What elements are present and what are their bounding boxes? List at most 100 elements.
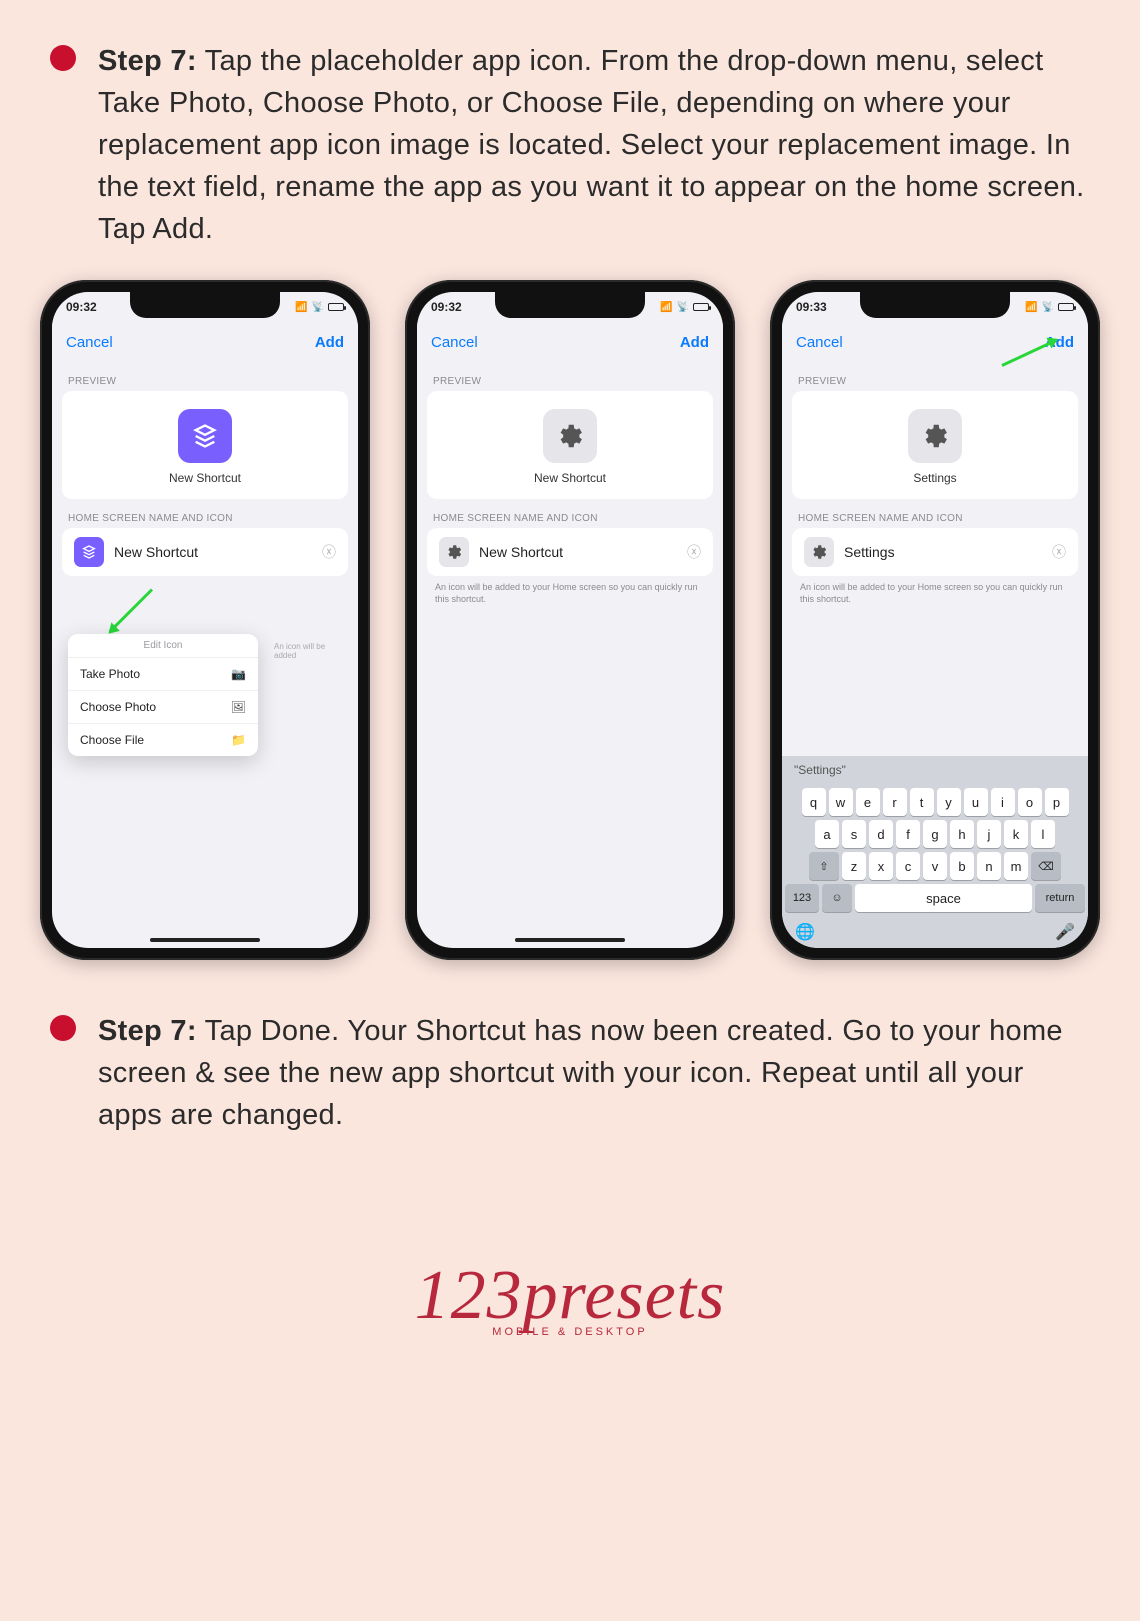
key-g[interactable]: g	[923, 820, 947, 848]
kb-row-3: ⇧ z x c v b n m ⌫	[785, 852, 1085, 880]
key-h[interactable]: h	[950, 820, 974, 848]
clear-input-icon[interactable]: ⓧ	[322, 542, 336, 562]
key-b[interactable]: b	[950, 852, 974, 880]
camera-icon: 📷	[231, 667, 246, 681]
name-icon-row: Settings ⓧ	[792, 528, 1078, 576]
wifi-icon: 📡	[677, 302, 689, 313]
key-r[interactable]: r	[883, 788, 907, 816]
small-shortcut-icon[interactable]	[74, 537, 104, 567]
keyboard: q w e r t y u i o p a s d	[782, 784, 1088, 948]
notch-icon	[495, 292, 645, 318]
name-icon-row: New Shortcut ⓧ	[427, 528, 713, 576]
signal-icon: 📶	[660, 302, 672, 313]
key-s[interactable]: s	[842, 820, 866, 848]
wifi-icon: 📡	[312, 302, 324, 313]
status-icons: 📶 📡	[1025, 302, 1074, 313]
menu-choose-file[interactable]: Choose File 📁	[68, 724, 258, 756]
globe-icon[interactable]: 🌐	[795, 922, 815, 942]
key-j[interactable]: j	[977, 820, 1001, 848]
home-indicator	[150, 938, 260, 942]
key-d[interactable]: d	[869, 820, 893, 848]
preview-card: New Shortcut	[62, 391, 348, 499]
preview-label: PREVIEW	[417, 362, 723, 391]
logo-sub: MOBILE & DESKTOP	[0, 1326, 1140, 1338]
phone-1-screen: 09:32 📶 📡 Cancel Add PREVIEW New Shortcu…	[52, 292, 358, 948]
settings-app-icon	[543, 409, 597, 463]
key-t[interactable]: t	[910, 788, 934, 816]
helper-hint: An icon will be added	[274, 642, 344, 660]
arrow-icon	[109, 589, 154, 634]
phone-2: 09:32 📶 📡 Cancel Add PREVIEW New Shortcu…	[405, 280, 735, 960]
key-emoji[interactable]: ☺	[822, 884, 852, 912]
key-q[interactable]: q	[802, 788, 826, 816]
kb-row-1: q w e r t y u i o p	[785, 788, 1085, 816]
helper-text: An icon will be added to your Home scree…	[417, 576, 723, 605]
photo-icon: 🖼	[231, 700, 246, 714]
key-i[interactable]: i	[991, 788, 1015, 816]
status-time: 09:33	[796, 300, 827, 314]
key-a[interactable]: a	[815, 820, 839, 848]
phone-2-screen: 09:32 📶 📡 Cancel Add PREVIEW New Shortcu…	[417, 292, 723, 948]
signal-icon: 📶	[295, 302, 307, 313]
logo-main: 123presets	[0, 1256, 1140, 1336]
add-button[interactable]: Add	[680, 334, 709, 351]
key-e[interactable]: e	[856, 788, 880, 816]
shortcut-name-input[interactable]: Settings	[844, 544, 1042, 560]
shortcut-name-input[interactable]: New Shortcut	[114, 544, 312, 560]
key-space[interactable]: space	[855, 884, 1032, 912]
preview-card: New Shortcut	[427, 391, 713, 499]
keyboard-suggestion[interactable]: "Settings"	[782, 756, 1088, 784]
step-7b: Step 7: Tap Done. Your Shortcut has now …	[0, 980, 1140, 1146]
nav-bar: Cancel Add	[782, 322, 1088, 362]
key-123[interactable]: 123	[785, 884, 819, 912]
step-7b-body: Tap Done. Your Shortcut has now been cre…	[98, 1015, 1063, 1131]
key-p[interactable]: p	[1045, 788, 1069, 816]
key-c[interactable]: c	[896, 852, 920, 880]
name-icon-row: New Shortcut ⓧ	[62, 528, 348, 576]
home-indicator	[515, 938, 625, 942]
preview-name: Settings	[913, 471, 956, 485]
key-o[interactable]: o	[1018, 788, 1042, 816]
key-x[interactable]: x	[869, 852, 893, 880]
clear-input-icon[interactable]: ⓧ	[1052, 542, 1066, 562]
key-u[interactable]: u	[964, 788, 988, 816]
shortcut-name-input[interactable]: New Shortcut	[479, 544, 677, 560]
status-time: 09:32	[66, 300, 97, 314]
menu-choose-photo[interactable]: Choose Photo 🖼	[68, 691, 258, 724]
mic-icon[interactable]: 🎤	[1055, 922, 1075, 942]
step-7a-label: Step 7:	[98, 45, 197, 77]
step-7b-label: Step 7:	[98, 1015, 197, 1047]
cancel-button[interactable]: Cancel	[431, 334, 478, 351]
key-l[interactable]: l	[1031, 820, 1055, 848]
key-return[interactable]: return	[1035, 884, 1085, 912]
key-n[interactable]: n	[977, 852, 1001, 880]
menu-take-photo[interactable]: Take Photo 📷	[68, 658, 258, 691]
key-f[interactable]: f	[896, 820, 920, 848]
kb-bottom-row: 🌐 🎤	[785, 916, 1085, 942]
brand-logo: 123presets MOBILE & DESKTOP	[0, 1256, 1140, 1338]
menu-title: Edit Icon	[68, 634, 258, 658]
settings-app-icon	[908, 409, 962, 463]
clear-input-icon[interactable]: ⓧ	[687, 542, 701, 562]
kb-row-4: 123 ☺ space return	[785, 884, 1085, 912]
preview-label: PREVIEW	[52, 362, 358, 391]
key-z[interactable]: z	[842, 852, 866, 880]
add-button[interactable]: Add	[315, 334, 344, 351]
notch-icon	[860, 292, 1010, 318]
small-settings-icon[interactable]	[804, 537, 834, 567]
key-y[interactable]: y	[937, 788, 961, 816]
key-m[interactable]: m	[1004, 852, 1028, 880]
bullet-icon	[50, 45, 76, 71]
status-icons: 📶 📡	[295, 302, 344, 313]
shortcut-app-icon	[178, 409, 232, 463]
key-delete[interactable]: ⌫	[1031, 852, 1061, 880]
key-k[interactable]: k	[1004, 820, 1028, 848]
key-shift[interactable]: ⇧	[809, 852, 839, 880]
kb-row-2: a s d f g h j k l	[785, 820, 1085, 848]
key-w[interactable]: w	[829, 788, 853, 816]
key-v[interactable]: v	[923, 852, 947, 880]
cancel-button[interactable]: Cancel	[66, 334, 113, 351]
cancel-button[interactable]: Cancel	[796, 334, 843, 351]
small-settings-icon[interactable]	[439, 537, 469, 567]
home-section-label: HOME SCREEN NAME AND ICON	[782, 499, 1088, 528]
